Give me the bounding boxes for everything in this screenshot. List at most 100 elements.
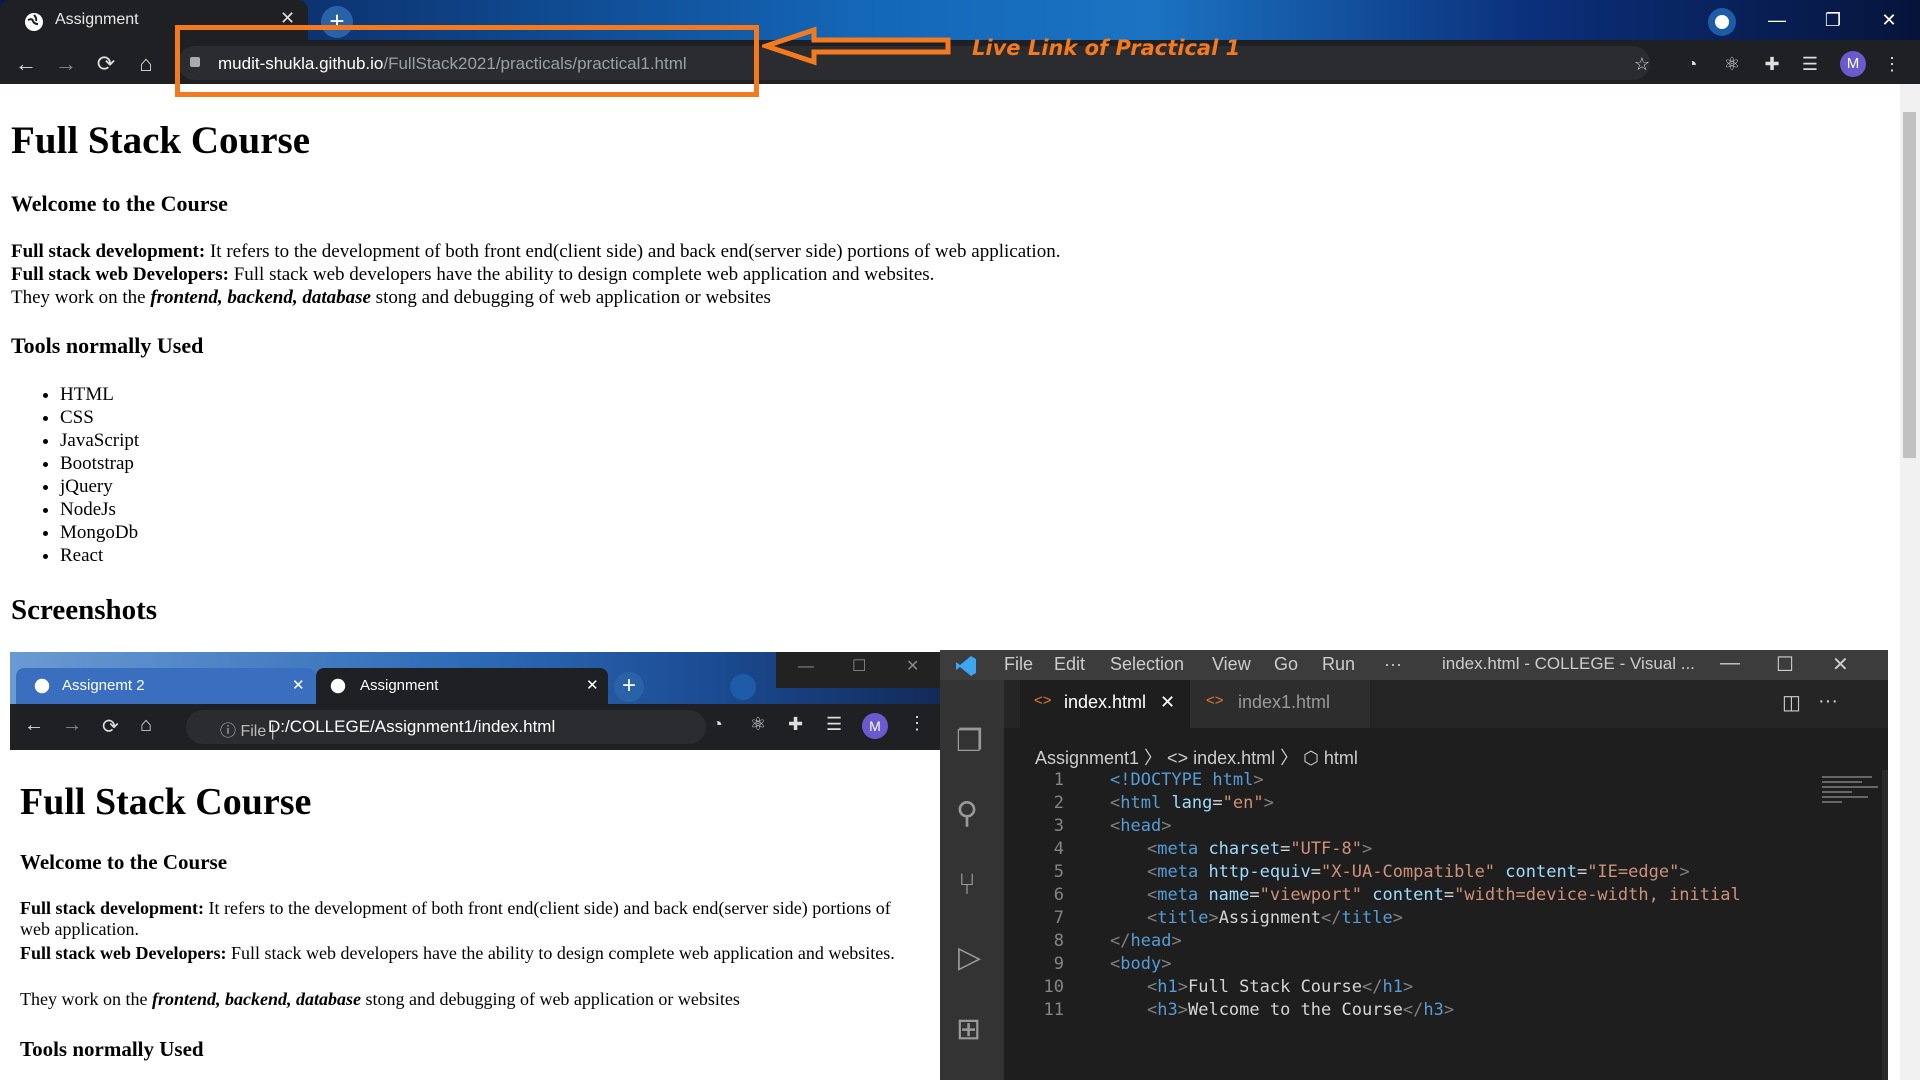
screenshot-tab-1: Assignemt 2 ✕ — [16, 668, 316, 704]
extensions-icon: ⊞ — [956, 1013, 982, 1046]
line-number: 10 — [1043, 977, 1064, 997]
media-control-icon[interactable]: ☰ — [1798, 52, 1822, 76]
back-icon[interactable]: ← — [12, 50, 40, 78]
code-token: "viewport" — [1259, 885, 1362, 905]
menu-selection: Selection — [1110, 654, 1185, 674]
annotation-text: Live Link of Practical 1 — [972, 36, 1241, 60]
annotation-arrow-icon — [762, 26, 951, 66]
code-text: <meta name="viewport" content="width=dev… — [1147, 885, 1741, 905]
vscode-title-bar: File Edit Selection View Go Run ··· inde… — [940, 650, 1888, 680]
paragraph-full-stack-developers: Full stack web Developers: Full stack we… — [11, 264, 934, 286]
extension-icon[interactable]: ◔ — [1680, 52, 1704, 76]
paragraph-full-stack-development: Full stack development: It refers to the… — [11, 241, 1060, 263]
code-token: "UTF-8" — [1290, 839, 1362, 859]
code-token: html — [1120, 793, 1162, 813]
minimize-button[interactable]: — — [1754, 6, 1800, 34]
avatar[interactable]: M — [1840, 51, 1866, 77]
vscode-window-title: index.html - COLLEGE - Visual ... — [1442, 654, 1695, 673]
code-token: Welcome to the Course — [1187, 1000, 1403, 1020]
code-token: > — [1208, 908, 1219, 928]
new-tab-icon: + — [614, 672, 644, 702]
code-text: <!DOCTYPE html> — [1110, 770, 1264, 790]
line-number: 6 — [1053, 885, 1064, 905]
code-token: h1 — [1382, 977, 1403, 997]
list-item: jQuery — [60, 475, 139, 498]
code-token: </ — [1321, 908, 1342, 928]
menu-run: Run — [1322, 654, 1356, 674]
line-number: 5 — [1053, 862, 1064, 882]
scrollbar-thumb[interactable] — [1903, 112, 1916, 458]
tab-search-icon — [730, 674, 756, 700]
code-token: lang — [1161, 793, 1213, 813]
screenshot-url: D:/COLLEGE/Assignment1/index.html — [268, 717, 556, 736]
vscode-activity-bar: ❐ ⚲ ⑂ ▷ ⊞ — [940, 680, 1004, 1080]
bookmark-star-icon[interactable]: ☆ — [1630, 52, 1654, 76]
code-token: http-equiv — [1198, 862, 1311, 882]
code-token: > — [1263, 793, 1274, 813]
code-token: title — [1341, 908, 1393, 928]
code-token: < — [1110, 793, 1121, 813]
text-span: They work on the — [11, 287, 151, 308]
code-token: name — [1198, 885, 1250, 905]
search-icon: ⚲ — [956, 797, 978, 830]
emphasis-text: frontend, backend, database — [151, 989, 361, 1009]
code-token: h3 — [1157, 1000, 1178, 1020]
avatar: M — [862, 713, 888, 739]
restore-button[interactable]: ❐ — [1810, 6, 1856, 34]
line-number: 1 — [1053, 770, 1064, 790]
back-icon: ← — [24, 714, 44, 736]
screenshot-browser: — ☐ ✕ Assignemt 2 ✕ Assignment ✕ + ← → ⟳… — [10, 652, 940, 1080]
screenshot-paragraph: Full stack development: It refers to the… — [20, 898, 920, 940]
close-window-button[interactable]: ✕ — [1866, 6, 1912, 34]
code-text: <title>Assignment</title> — [1147, 908, 1403, 928]
forward-icon[interactable]: → — [52, 50, 80, 78]
screenshot-window-controls: — ☐ ✕ — [776, 652, 940, 688]
term: Full stack web Developers: — [20, 943, 227, 963]
term: Full stack development: — [20, 898, 204, 918]
screenshots-heading: Screenshots — [11, 594, 158, 626]
line-number: 9 — [1053, 954, 1064, 974]
list-item: HTML — [60, 383, 139, 406]
line-number: 7 — [1053, 908, 1064, 928]
react-devtools-icon[interactable]: ⚛ — [1720, 52, 1744, 76]
code-token: > — [1392, 908, 1403, 928]
tab-title: Assignemt 2 — [62, 677, 145, 694]
term-full-stack-developers: Full stack web Developers: — [11, 264, 229, 285]
code-token: = — [1576, 862, 1588, 882]
minimap — [1822, 770, 1882, 830]
media-control-icon: ☰ — [826, 714, 843, 734]
close-icon: ✕ — [906, 658, 920, 675]
annotation-highlight-box — [175, 25, 759, 97]
list-item: MongoDb — [60, 521, 139, 544]
tab-title: Assignment — [55, 11, 139, 28]
code-token: > — [1679, 862, 1690, 882]
maximize-icon: ☐ — [852, 658, 867, 675]
code-token: Full Stack Course — [1187, 977, 1362, 997]
code-token: > — [1253, 770, 1264, 790]
maximize-icon: ☐ — [1776, 654, 1794, 676]
html-file-icon: <> — [1206, 692, 1224, 709]
code-text: <html lang="en"> — [1110, 793, 1274, 813]
line-number: 3 — [1053, 816, 1064, 836]
code-token: "width=device-width, initial — [1454, 885, 1741, 905]
line-number: 4 — [1053, 839, 1064, 859]
menu-more: ··· — [1384, 654, 1402, 674]
code-token: title — [1157, 908, 1209, 928]
line-number: 11 — [1043, 1000, 1064, 1020]
home-icon[interactable]: ⌂ — [132, 50, 160, 78]
tab-search-icon[interactable] — [1708, 8, 1736, 36]
menu-view: View — [1212, 654, 1251, 674]
code-token: < — [1147, 862, 1158, 882]
list-item: JavaScript — [60, 429, 139, 452]
vscode-tab-index: <> index.html ✕ — [1020, 680, 1190, 728]
menu-icon[interactable]: ⋮ — [1880, 52, 1904, 76]
extensions-puzzle-icon[interactable]: ✚ — [1760, 52, 1784, 76]
code-token: < — [1147, 977, 1158, 997]
list-item: React — [60, 544, 139, 567]
vscode-tab-index1: <> index1.html — [1190, 680, 1370, 728]
code-token: content — [1495, 862, 1577, 882]
code-token: "X-UA-Compatible" — [1321, 862, 1496, 882]
reload-icon[interactable]: ⟳ — [92, 50, 120, 78]
code-token: > — [1161, 954, 1172, 974]
list-item: CSS — [60, 406, 139, 429]
